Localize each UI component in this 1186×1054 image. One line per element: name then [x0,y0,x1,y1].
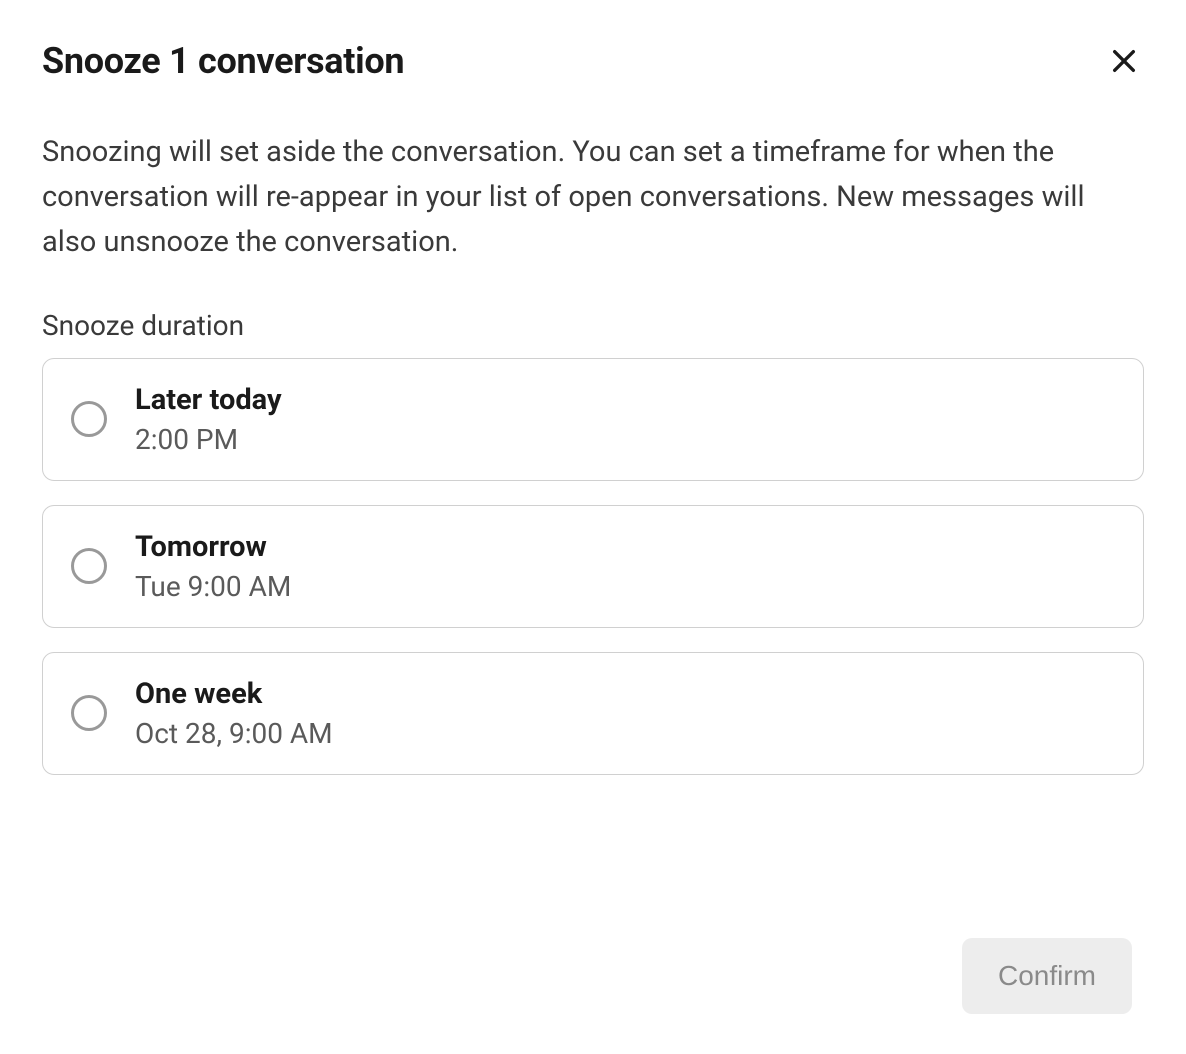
option-title: Later today [135,383,282,417]
modal-description: Snoozing will set aside the conversation… [42,130,1144,265]
option-text: Later today 2:00 PM [135,383,282,456]
option-later-today[interactable]: Later today 2:00 PM [42,358,1144,481]
option-subtitle: Tue 9:00 AM [135,570,291,603]
modal-footer: Confirm [962,938,1132,1014]
close-icon [1108,45,1140,77]
option-text: One week Oct 28, 9:00 AM [135,677,333,750]
close-button[interactable] [1104,41,1144,81]
snooze-duration-label: Snooze duration [42,309,1144,342]
option-subtitle: 2:00 PM [135,423,282,456]
option-title: Tomorrow [135,530,291,564]
option-title: One week [135,677,333,711]
snooze-options: Later today 2:00 PM Tomorrow Tue 9:00 AM… [42,358,1144,775]
option-tomorrow[interactable]: Tomorrow Tue 9:00 AM [42,505,1144,628]
option-text: Tomorrow Tue 9:00 AM [135,530,291,603]
option-subtitle: Oct 28, 9:00 AM [135,717,333,750]
modal-header: Snooze 1 conversation [42,40,1144,82]
modal-title: Snooze 1 conversation [42,40,404,82]
radio-later-today[interactable] [71,401,107,437]
confirm-button[interactable]: Confirm [962,938,1132,1014]
radio-one-week[interactable] [71,695,107,731]
option-one-week[interactable]: One week Oct 28, 9:00 AM [42,652,1144,775]
radio-tomorrow[interactable] [71,548,107,584]
